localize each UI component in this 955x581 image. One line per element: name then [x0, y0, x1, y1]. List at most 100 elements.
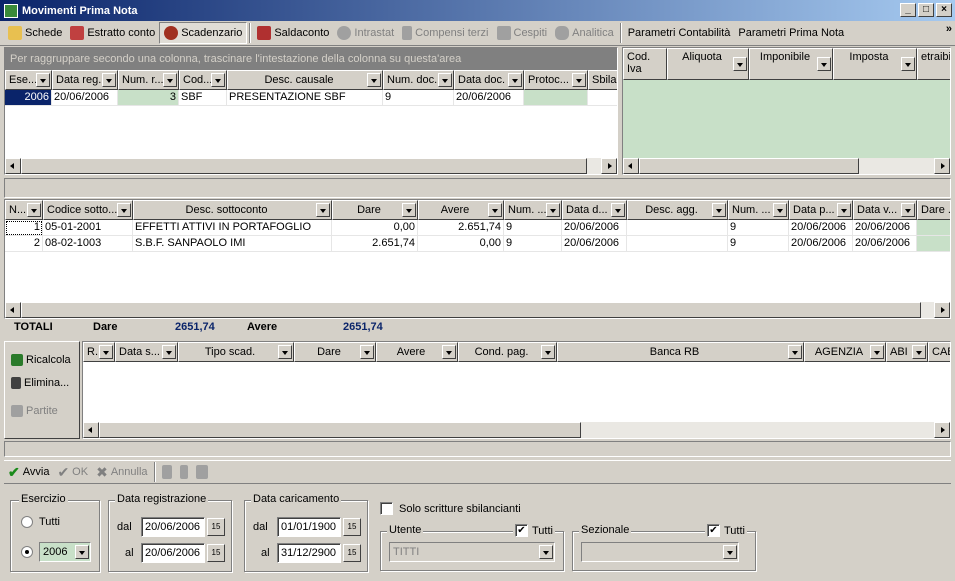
table-row[interactable]: 2 08-02-1003 S.B.F. SANPAOLO IMI 2.651,7… [5, 236, 950, 252]
col-detraibile[interactable]: etraibi [917, 48, 950, 80]
rows-header: N... Codice sotto... Desc. sottoconto Da… [5, 200, 950, 220]
export-button[interactable] [158, 461, 176, 483]
annulla-button[interactable]: ✖ Annulla [92, 461, 151, 483]
col-dare-2[interactable]: Dare ... [917, 200, 950, 220]
table-row[interactable]: 2006 20/06/2006 3 SBF PRESENTAZIONE SBF … [5, 90, 617, 106]
data-reg-dal-input[interactable]: 20/06/2006 [141, 517, 205, 537]
totals-label: TOTALI [14, 321, 53, 333]
totals-dare-value: 2651,74 [175, 321, 215, 333]
col-abi[interactable]: ABI [886, 342, 928, 362]
esercizio-tutti-radio[interactable]: Tutti [21, 516, 60, 528]
col-data-doc[interactable]: Data doc. [454, 70, 524, 90]
table-row[interactable]: 1 05-01-2001 EFFETTI ATTIVI IN PORTAFOGL… [5, 220, 950, 236]
move-button[interactable] [192, 461, 212, 483]
parametri-contabilita-button[interactable]: Parametri Contabilità [624, 22, 735, 44]
col-avere[interactable]: Avere [418, 200, 504, 220]
col-imponibile[interactable]: Imponibile [749, 48, 833, 80]
col-agenzia[interactable]: AGENZIA [804, 342, 886, 362]
col-num-doc[interactable]: Num. ... [504, 200, 562, 220]
estratto-conto-button[interactable]: Estratto conto [66, 22, 159, 44]
data-reg-al-input[interactable]: 20/06/2006 [141, 543, 205, 563]
col-n[interactable]: N... [5, 200, 43, 220]
col-sbilancio[interactable]: Sbilan [588, 70, 617, 90]
maximize-button[interactable]: □ [918, 3, 934, 17]
elimina-button[interactable]: Elimina... [11, 377, 69, 389]
col-rata[interactable]: R... [83, 342, 115, 362]
cespiti-button[interactable]: Cespiti [493, 22, 552, 44]
col-tipo-scad[interactable]: Tipo scad. [178, 342, 294, 362]
action-toolbar: ✔ Avvia ✔ OK ✖ Annulla [4, 460, 951, 484]
data-car-al-input[interactable]: 31/12/2900 [277, 543, 341, 563]
col-cod-causale[interactable]: Cod... [179, 70, 227, 90]
analitica-button[interactable]: Analitica [551, 22, 618, 44]
scadenzario-button[interactable]: Scadenzario [159, 22, 248, 44]
col-desc-causale[interactable]: Desc. causale [227, 70, 383, 90]
avvia-button[interactable]: ✔ Avvia [4, 461, 53, 483]
rows-hscroll[interactable] [5, 302, 950, 318]
close-button[interactable]: × [936, 3, 952, 17]
doc-icon [402, 26, 413, 40]
schede-button[interactable]: Schede [4, 22, 66, 44]
export-icon [161, 465, 172, 479]
col-data-v[interactable]: Data v... [853, 200, 917, 220]
col-aliquota[interactable]: Aliquota [667, 48, 749, 80]
calendar-icon[interactable]: 15 [343, 544, 361, 562]
parametri-prima-nota-button[interactable]: Parametri Prima Nota [734, 22, 848, 44]
col-protocollo[interactable]: Protoc... [524, 70, 588, 90]
utente-select[interactable]: TITTI [389, 542, 555, 562]
col-num-doc[interactable]: Num. doc. [383, 70, 454, 90]
iva-hscroll[interactable] [623, 158, 950, 174]
partite-icon [11, 405, 23, 417]
utente-group: Utente ✔ Tutti TITTI [380, 524, 564, 571]
ricalcola-button[interactable]: Ricalcola [11, 354, 71, 366]
registrations-hscroll[interactable] [5, 158, 617, 174]
scadenze-hscroll[interactable] [83, 422, 950, 438]
ok-button[interactable]: ✔ OK [53, 461, 92, 483]
totals-avere-value: 2651,74 [343, 321, 383, 333]
col-banca-rb[interactable]: Banca RB [557, 342, 804, 362]
intrastat-button[interactable]: Intrastat [333, 22, 398, 44]
registrations-grid: Per raggruppare secondo una colonna, tra… [4, 47, 618, 175]
col-cod-iva[interactable]: Cod. Iva [623, 48, 667, 80]
saldaconto-button[interactable]: Saldaconto [253, 22, 333, 44]
sezionale-tutti-checkbox[interactable]: ✔ Tutti [705, 524, 747, 537]
calendar-icon[interactable]: 15 [343, 518, 361, 536]
iva-grid: Cod. Iva Aliquota Imponibile Imposta etr… [622, 47, 951, 175]
col-num-reg[interactable]: Num. r... [118, 70, 179, 90]
iva-header: Cod. Iva Aliquota Imponibile Imposta etr… [623, 48, 950, 80]
esercizio-year-radio[interactable] [21, 546, 33, 558]
calendar-icon[interactable]: 15 [207, 518, 225, 536]
col-desc-sottoconto[interactable]: Desc. sottoconto [133, 200, 332, 220]
compensi-terzi-button[interactable]: Compensi terzi [398, 22, 492, 44]
toolbar-overflow-icon[interactable]: » [946, 23, 952, 35]
col-cond-pag[interactable]: Cond. pag. [458, 342, 557, 362]
partite-button[interactable]: Partite [11, 405, 58, 417]
col-cab[interactable]: CAB [928, 342, 950, 362]
app-icon [4, 3, 18, 18]
col-data-reg[interactable]: Data reg. [52, 70, 118, 90]
scadenze-header: R... Data s... Tipo scad. Dare Avere Con… [83, 342, 950, 362]
solo-sbilancianti-checkbox[interactable]: Solo scritture sbilancianti [380, 502, 521, 515]
utente-tutti-checkbox[interactable]: ✔ Tutti [513, 524, 555, 537]
col-data-scad[interactable]: Data s... [115, 342, 178, 362]
scadenze-grid: R... Data s... Tipo scad. Dare Avere Con… [82, 341, 951, 439]
col-imposta[interactable]: Imposta [833, 48, 917, 80]
sezionale-select[interactable] [581, 542, 739, 562]
import-button[interactable] [176, 461, 192, 483]
box-icon [496, 26, 511, 40]
col-dare[interactable]: Dare [294, 342, 376, 362]
col-num-partita[interactable]: Num. ... [728, 200, 789, 220]
minimize-button[interactable]: _ [900, 3, 916, 17]
col-data-p[interactable]: Data p... [789, 200, 853, 220]
calendar-icon[interactable]: 15 [207, 544, 225, 562]
col-avere[interactable]: Avere [376, 342, 458, 362]
clock-icon [164, 26, 179, 40]
col-data-doc[interactable]: Data d... [562, 200, 627, 220]
col-desc-agg[interactable]: Desc. agg. [627, 200, 728, 220]
data-car-dal-input[interactable]: 01/01/1900 [277, 517, 341, 537]
esercizio-select[interactable]: 2006 [39, 542, 91, 562]
col-esercizio[interactable]: Ese... [5, 70, 52, 90]
col-codice-sottoconto[interactable]: Codice sotto... [43, 200, 133, 220]
group-by-hint: Per raggruppare secondo una colonna, tra… [5, 48, 617, 70]
col-dare[interactable]: Dare [332, 200, 418, 220]
